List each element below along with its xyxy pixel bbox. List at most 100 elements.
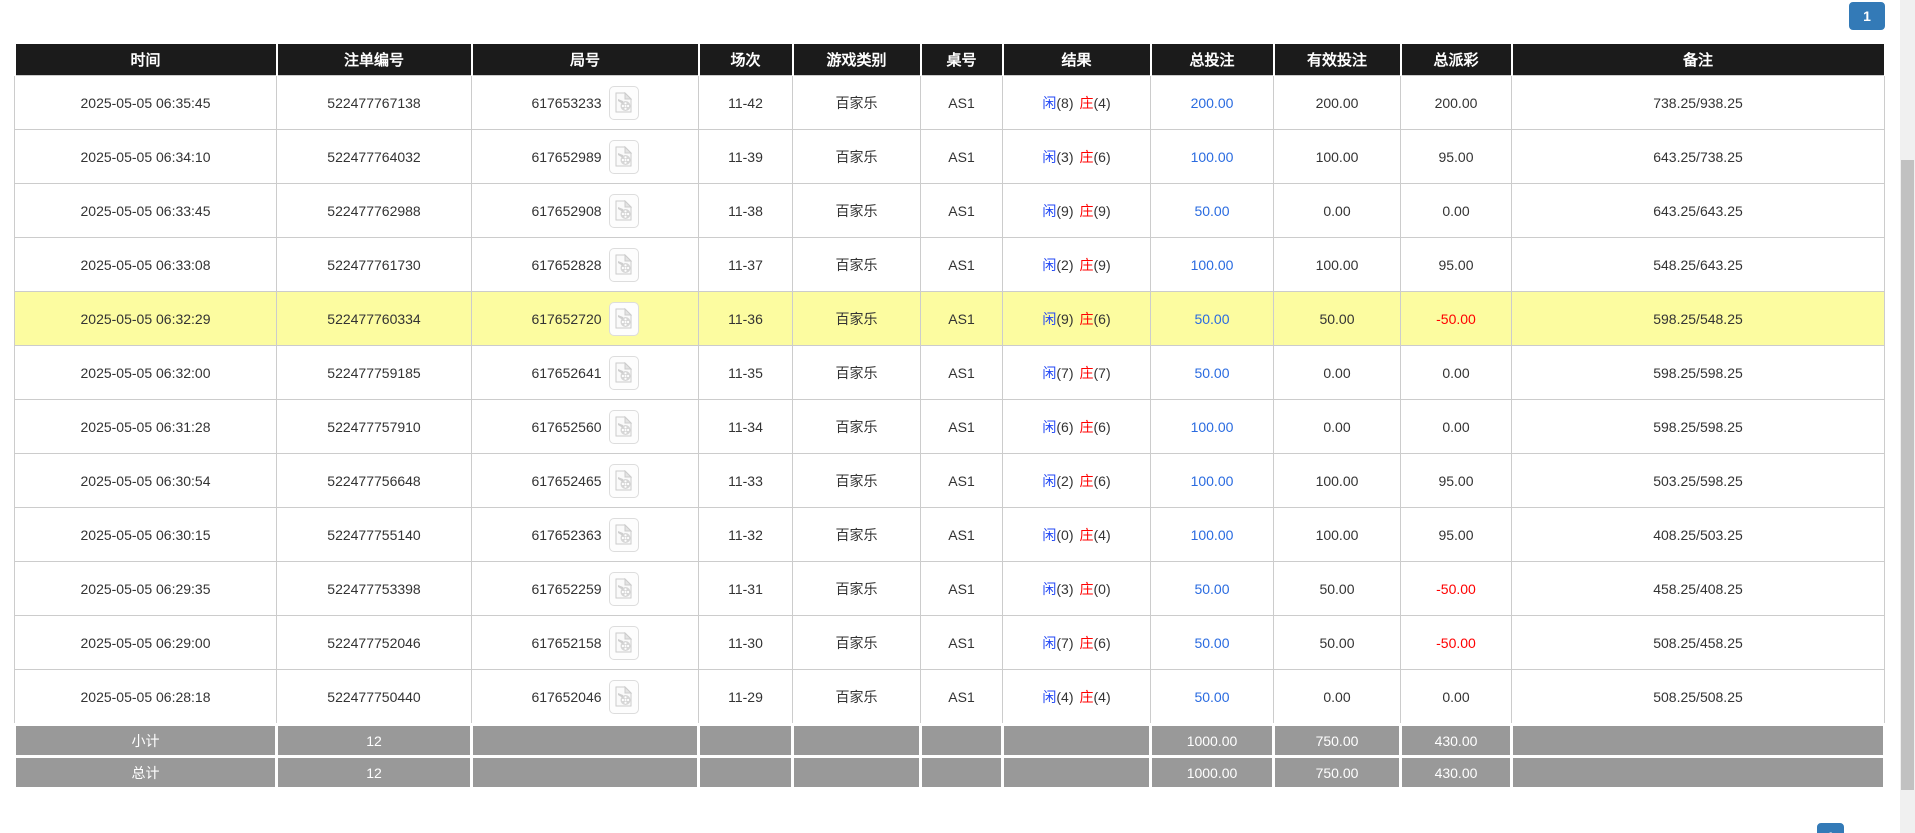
total-bet-cell: 100.00: [1151, 454, 1274, 508]
player-result-label: 闲: [1042, 635, 1056, 651]
bet-number-cell: 522477762988: [277, 184, 472, 238]
bet-history-table: 时间注单编号局号场次游戏类别桌号结果总投注有效投注总派彩备注 2025-05-0…: [13, 42, 1886, 790]
pagination-page-1-bottom[interactable]: 1: [1817, 823, 1844, 833]
banker-result-score: (6): [1094, 635, 1111, 651]
valid-bet-cell: 50.00: [1274, 562, 1401, 616]
pagination-page-1-top[interactable]: 1: [1849, 2, 1885, 30]
bet-record-row: 2025-05-05 06:29:35 522477753398 6176522…: [15, 562, 1885, 616]
video-replay-button[interactable]: [609, 194, 639, 228]
video-replay-button[interactable]: [609, 680, 639, 714]
video-replay-button[interactable]: [609, 410, 639, 444]
column-header-0: 时间: [15, 43, 277, 76]
game-type-cell: 百家乐: [793, 562, 921, 616]
bet-number-cell: 522477764032: [277, 130, 472, 184]
remark-cell: 408.25/503.25: [1512, 508, 1885, 562]
video-replay-button[interactable]: [609, 626, 639, 660]
vertical-scrollbar-track[interactable]: [1900, 0, 1915, 833]
session-cell: 11-34: [699, 400, 793, 454]
session-cell: 11-36: [699, 292, 793, 346]
video-replay-button[interactable]: [609, 356, 639, 390]
video-replay-button[interactable]: [609, 248, 639, 282]
total-bet-link[interactable]: 50.00: [1194, 365, 1229, 381]
round-number: 617652989: [531, 149, 601, 165]
column-header-6: 结果: [1003, 43, 1151, 76]
summary-label-cell: 总计: [15, 757, 277, 789]
round-number: 617652046: [531, 689, 601, 705]
banker-result-label: 庄: [1080, 635, 1094, 651]
banker-result-score: (6): [1094, 473, 1111, 489]
valid-bet-cell: 50.00: [1274, 292, 1401, 346]
video-replay-button[interactable]: [609, 572, 639, 606]
round-cell: 617652363: [472, 508, 699, 562]
player-result-score: (3): [1056, 149, 1073, 165]
total-bet-link[interactable]: 50.00: [1194, 689, 1229, 705]
table-header-row: 时间注单编号局号场次游戏类别桌号结果总投注有效投注总派彩备注: [15, 43, 1885, 76]
total-bet-link[interactable]: 100.00: [1191, 149, 1234, 165]
total-bet-link[interactable]: 50.00: [1194, 635, 1229, 651]
bet-number-cell: 522477752046: [277, 616, 472, 670]
round-number: 617652465: [531, 473, 601, 489]
video-replay-icon: [615, 92, 632, 113]
player-result-label: 闲: [1042, 527, 1056, 543]
summary-total-bet-cell: 1000.00: [1151, 757, 1274, 789]
total-bet-link[interactable]: 50.00: [1194, 311, 1229, 327]
summary-total-bet-cell: 1000.00: [1151, 725, 1274, 757]
video-replay-icon: [615, 146, 632, 167]
subtotal-row: 小计121000.00750.00430.00: [15, 725, 1885, 757]
summary-valid-bet-cell: 750.00: [1274, 757, 1401, 789]
video-replay-button[interactable]: [609, 518, 639, 552]
round-cell: 617652046: [472, 670, 699, 725]
player-result-score: (2): [1056, 473, 1073, 489]
total-bet-link[interactable]: 50.00: [1194, 203, 1229, 219]
valid-bet-cell: 100.00: [1274, 238, 1401, 292]
table-number-cell: AS1: [921, 76, 1003, 130]
total-bet-link[interactable]: 100.00: [1191, 257, 1234, 273]
total-bet-link[interactable]: 100.00: [1191, 419, 1234, 435]
bet-record-row: 2025-05-05 06:34:10 522477764032 6176529…: [15, 130, 1885, 184]
video-replay-button[interactable]: [609, 140, 639, 174]
table-number-cell: AS1: [921, 346, 1003, 400]
video-replay-button[interactable]: [609, 464, 639, 498]
video-replay-button[interactable]: [609, 86, 639, 120]
round-number: 617652158: [531, 635, 601, 651]
video-replay-button[interactable]: [609, 302, 639, 336]
table-number-cell: AS1: [921, 508, 1003, 562]
game-type-cell: 百家乐: [793, 670, 921, 725]
banker-result-label: 庄: [1080, 257, 1094, 273]
total-bet-link[interactable]: 100.00: [1191, 473, 1234, 489]
round-number: 617652828: [531, 257, 601, 273]
banker-result-label: 庄: [1080, 473, 1094, 489]
table-number-cell: AS1: [921, 238, 1003, 292]
table-number-cell: AS1: [921, 562, 1003, 616]
round-cell: 617652720: [472, 292, 699, 346]
remark-cell: 598.25/598.25: [1512, 346, 1885, 400]
round-cell: 617652828: [472, 238, 699, 292]
remark-cell: 598.25/548.25: [1512, 292, 1885, 346]
banker-result-label: 庄: [1080, 95, 1094, 111]
video-replay-icon: [615, 254, 632, 275]
total-bet-link[interactable]: 100.00: [1191, 527, 1234, 543]
player-result-label: 闲: [1042, 257, 1056, 273]
vertical-scrollbar-thumb[interactable]: [1901, 160, 1914, 790]
total-bet-cell: 50.00: [1151, 292, 1274, 346]
round-number: 617652908: [531, 203, 601, 219]
banker-result-score: (7): [1094, 365, 1111, 381]
result-cell: 闲(2)庄(6): [1003, 454, 1151, 508]
summary-empty-cell: [1003, 757, 1151, 789]
column-header-9: 总派彩: [1401, 43, 1512, 76]
bet-record-row: 2025-05-05 06:30:54 522477756648 6176524…: [15, 454, 1885, 508]
valid-bet-cell: 0.00: [1274, 670, 1401, 725]
total-payout-cell: 0.00: [1401, 400, 1512, 454]
total-payout-cell: -50.00: [1401, 292, 1512, 346]
total-bet-link[interactable]: 200.00: [1191, 95, 1234, 111]
banker-result-label: 庄: [1080, 149, 1094, 165]
bet-record-row: 2025-05-05 06:30:15 522477755140 6176523…: [15, 508, 1885, 562]
bet-number-cell: 522477760334: [277, 292, 472, 346]
player-result-label: 闲: [1042, 203, 1056, 219]
total-bet-link[interactable]: 50.00: [1194, 581, 1229, 597]
time-cell: 2025-05-05 06:31:28: [15, 400, 277, 454]
valid-bet-cell: 200.00: [1274, 76, 1401, 130]
player-result-score: (8): [1056, 95, 1073, 111]
round-cell: 617652158: [472, 616, 699, 670]
table-number-cell: AS1: [921, 400, 1003, 454]
